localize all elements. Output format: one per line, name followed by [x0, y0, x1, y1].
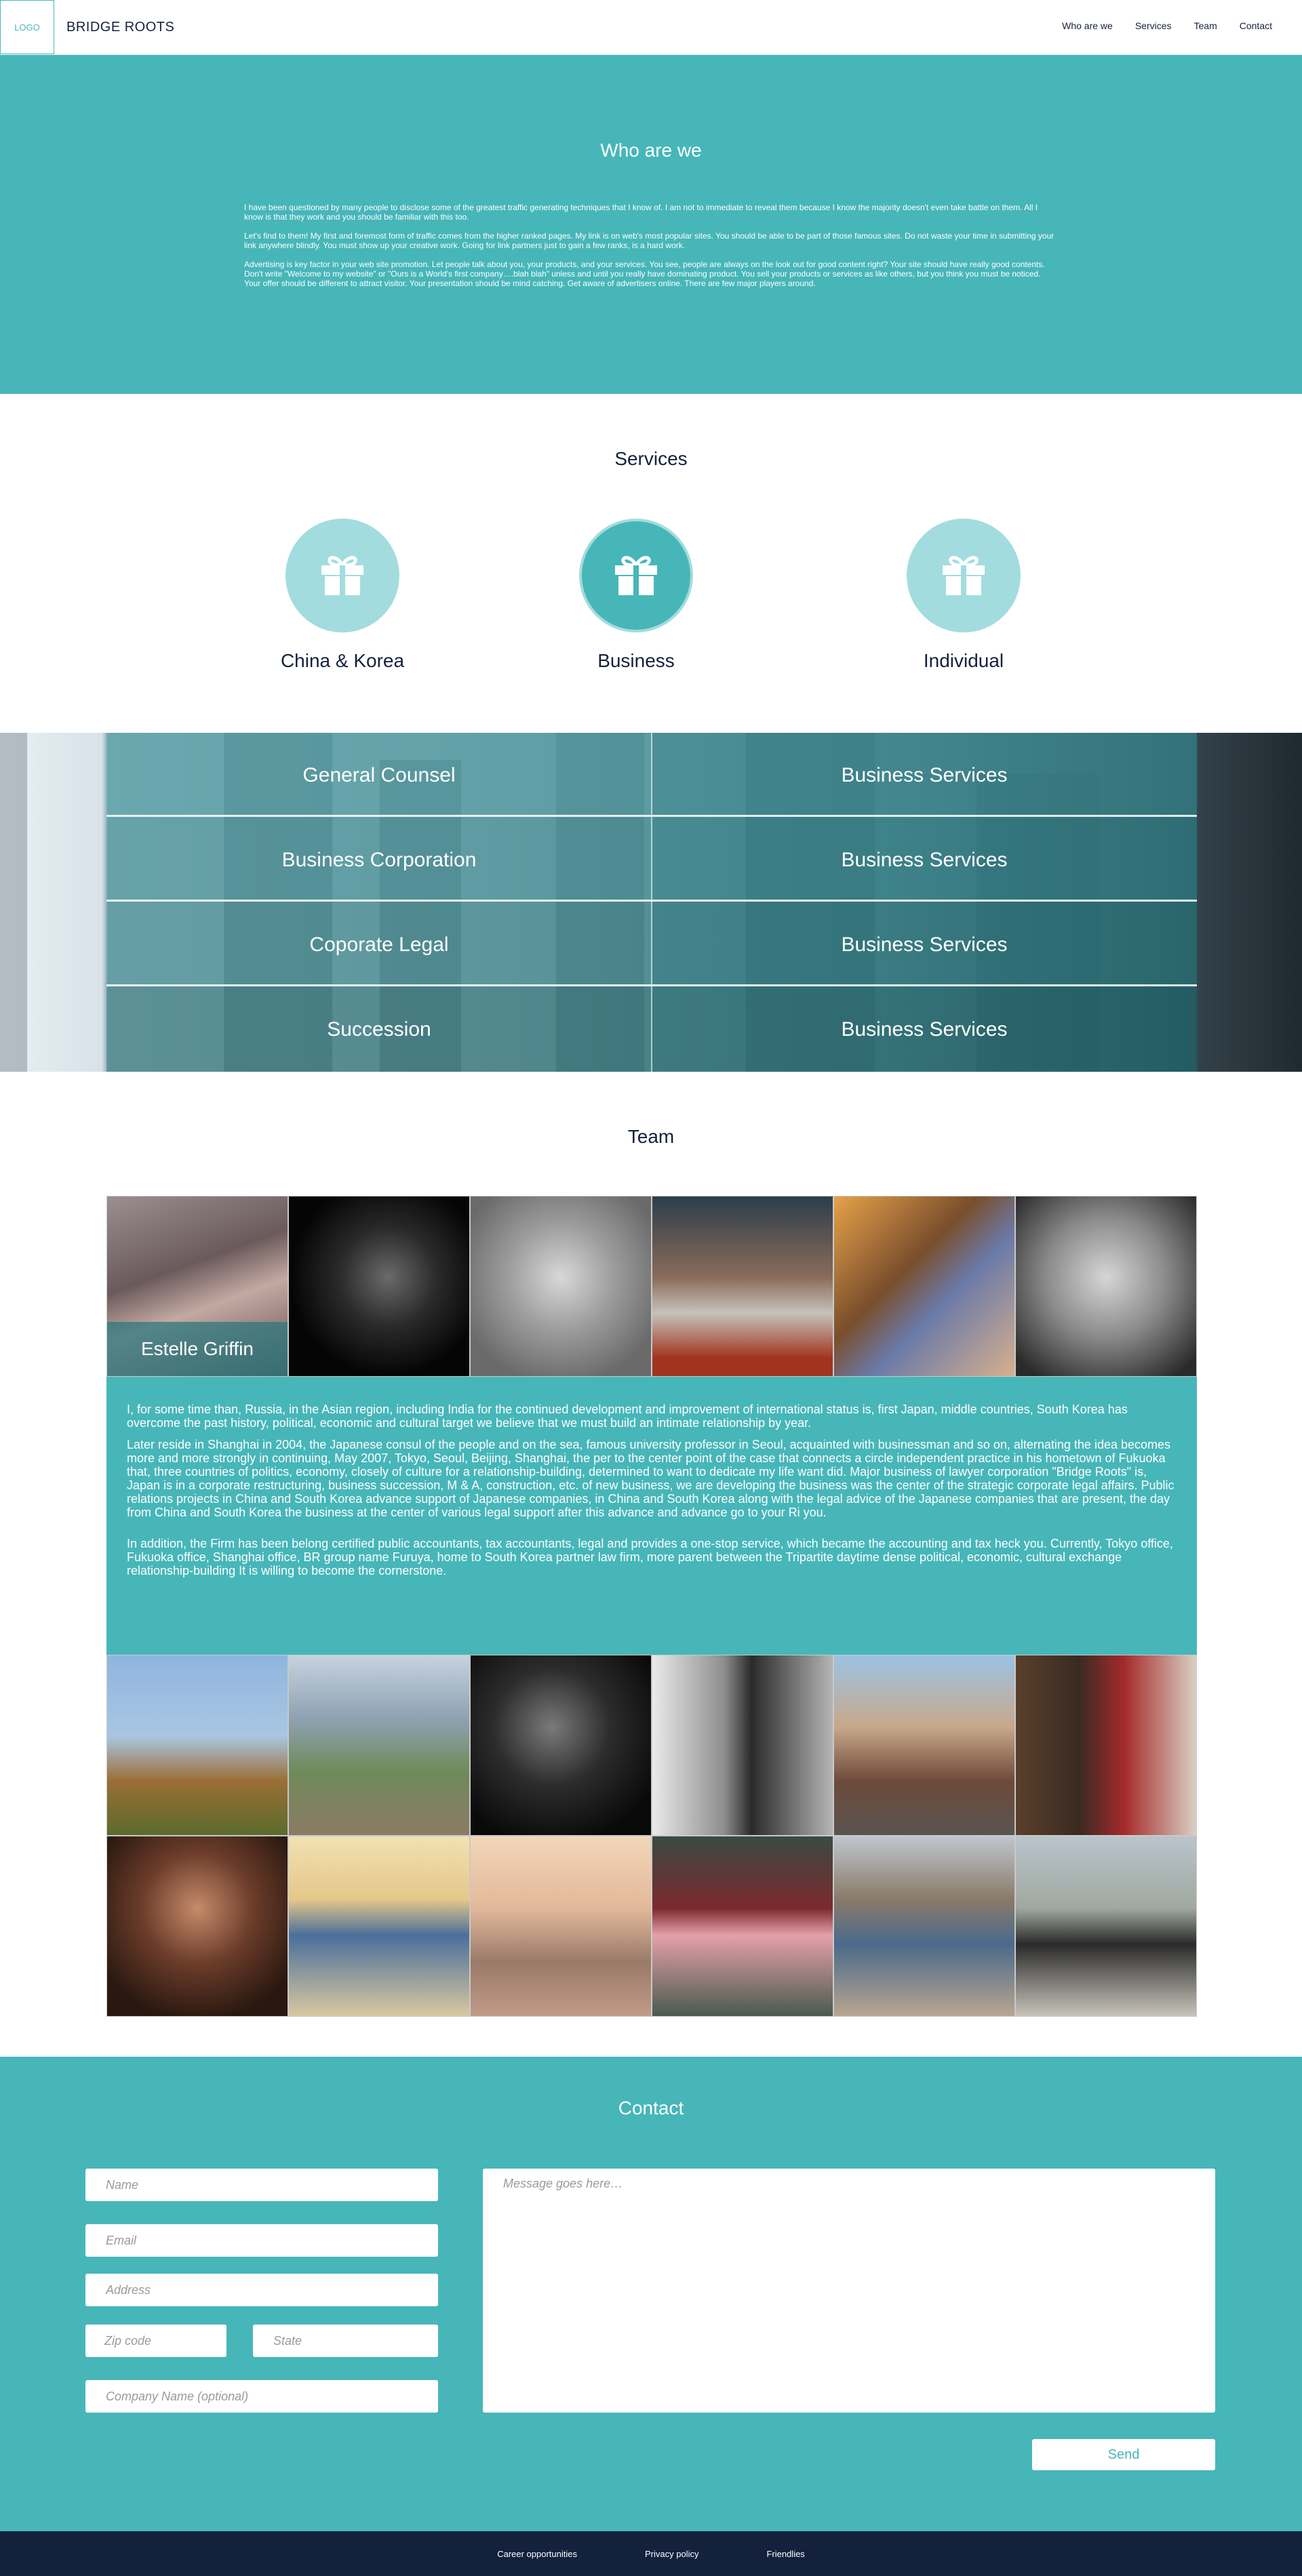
- member-name: Estelle Griffin: [107, 1322, 288, 1376]
- team-member-photo[interactable]: [288, 1196, 470, 1377]
- service-label: Individual: [923, 650, 1004, 671]
- gift-icon: [321, 556, 363, 595]
- logo[interactable]: LOGO: [0, 0, 54, 54]
- who-text: I have been questioned by many people to…: [244, 203, 1058, 298]
- nav-contact[interactable]: Contact: [1240, 20, 1272, 31]
- site-header: LOGO BRIDGE ROOTS Who are we Services Te…: [0, 0, 1302, 54]
- team-member-photo[interactable]: [470, 1836, 652, 2017]
- practice-cell[interactable]: Business Services: [652, 987, 1197, 1072]
- nav-team[interactable]: Team: [1194, 20, 1217, 31]
- practice-cell[interactable]: Business Services: [652, 733, 1197, 818]
- service-business[interactable]: Business: [555, 519, 717, 672]
- service-circle[interactable]: [907, 519, 1021, 632]
- contact-title: Contact: [618, 2097, 684, 2118]
- team-member-photo[interactable]: [106, 1836, 288, 2017]
- team-photo-row: [106, 1836, 1197, 2017]
- practice-cell[interactable]: Business Services: [652, 902, 1197, 987]
- practice-cell[interactable]: General Counsel: [106, 733, 652, 818]
- gift-icon: [615, 556, 657, 595]
- nav-who-are-we[interactable]: Who are we: [1062, 20, 1113, 31]
- who-paragraph: I have been questioned by many people to…: [244, 203, 1038, 222]
- footer-link-careers[interactable]: Career opportunities: [497, 2549, 577, 2559]
- who-section: Who are we I have been questioned by man…: [0, 55, 1302, 394]
- service-circle[interactable]: [579, 519, 693, 632]
- practice-cell[interactable]: Coporate Legal: [106, 902, 652, 987]
- state-field[interactable]: State: [253, 2325, 438, 2357]
- gift-icon: [943, 556, 985, 595]
- team-member-photo[interactable]: [288, 1655, 470, 1836]
- company-name-field[interactable]: Company Name (optional): [85, 2380, 438, 2413]
- service-china-korea[interactable]: China & Korea: [261, 519, 424, 672]
- team-bio: I, for some time than, Russia, in the As…: [106, 1377, 1197, 1655]
- address-field[interactable]: Address: [85, 2274, 438, 2306]
- service-circle[interactable]: [285, 519, 399, 632]
- team-member-photo[interactable]: [470, 1655, 652, 1836]
- divider: [651, 733, 652, 1072]
- who-paragraph: Let's find to them! My first and foremos…: [244, 231, 1054, 250]
- brand-name[interactable]: BRIDGE ROOTS: [66, 20, 174, 35]
- team-member-photo[interactable]: [1015, 1655, 1197, 1836]
- team-member-photo[interactable]: [652, 1655, 833, 1836]
- contact-section: Contact Name Email Address Zip code Stat…: [0, 2057, 1302, 2531]
- send-button[interactable]: Send: [1032, 2439, 1215, 2470]
- background-building: [0, 733, 27, 1072]
- team-section: Team Estelle Griffin I, for some time th…: [0, 1072, 1302, 2057]
- team-member-photo[interactable]: [1015, 1836, 1197, 2017]
- message-field[interactable]: Message goes here…: [483, 2169, 1215, 2413]
- service-label: Business: [597, 650, 675, 671]
- team-member-photo[interactable]: [470, 1196, 652, 1377]
- practice-cell[interactable]: Business Services: [652, 818, 1197, 902]
- zip-code-field[interactable]: Zip code: [85, 2325, 226, 2357]
- team-member-photo[interactable]: [833, 1655, 1015, 1836]
- footer-link-privacy[interactable]: Privacy policy: [645, 2549, 698, 2559]
- practice-areas-band: General Counsel Business Corporation Cop…: [0, 733, 1302, 1072]
- team-member-photo[interactable]: [652, 1196, 833, 1377]
- name-field[interactable]: Name: [85, 2169, 438, 2201]
- practice-cell[interactable]: Succession: [106, 987, 652, 1072]
- who-paragraph: Advertising is key factor in your web si…: [244, 260, 1045, 288]
- team-member-photo[interactable]: [1015, 1196, 1197, 1377]
- bio-paragraph: Later reside in Shanghai in 2004, the Ja…: [127, 1438, 1175, 1519]
- main-nav: Who are we Services Team Contact: [1062, 20, 1272, 31]
- services-title: Services: [614, 448, 688, 469]
- team-member-photo[interactable]: [833, 1836, 1015, 2017]
- team-photo-row: [106, 1655, 1197, 1836]
- service-label: China & Korea: [280, 650, 405, 671]
- team-photo-row: Estelle Griffin: [106, 1196, 1197, 1377]
- team-member-photo[interactable]: [106, 1655, 288, 1836]
- service-individual[interactable]: Individual: [882, 519, 1045, 672]
- email-field[interactable]: Email: [85, 2224, 438, 2257]
- team-member-photo[interactable]: [288, 1836, 470, 2017]
- team-title: Team: [627, 1126, 675, 1147]
- bio-paragraph: In addition, the Firm has been belong ce…: [127, 1537, 1173, 1577]
- footer-link-friendlies[interactable]: Friendlies: [766, 2549, 804, 2559]
- practice-cell[interactable]: Business Corporation: [106, 818, 652, 902]
- bio-paragraph: I, for some time than, Russia, in the As…: [127, 1403, 1128, 1430]
- site-footer: Career opportunities Privacy policy Frie…: [0, 2531, 1302, 2576]
- services-section: Services China & Korea Business Individu…: [0, 394, 1302, 733]
- team-member-photo[interactable]: [833, 1196, 1015, 1377]
- team-member-photo[interactable]: [652, 1836, 833, 2017]
- nav-services[interactable]: Services: [1135, 20, 1172, 31]
- who-title: Who are we: [600, 140, 702, 161]
- team-member-photo[interactable]: Estelle Griffin: [106, 1196, 288, 1377]
